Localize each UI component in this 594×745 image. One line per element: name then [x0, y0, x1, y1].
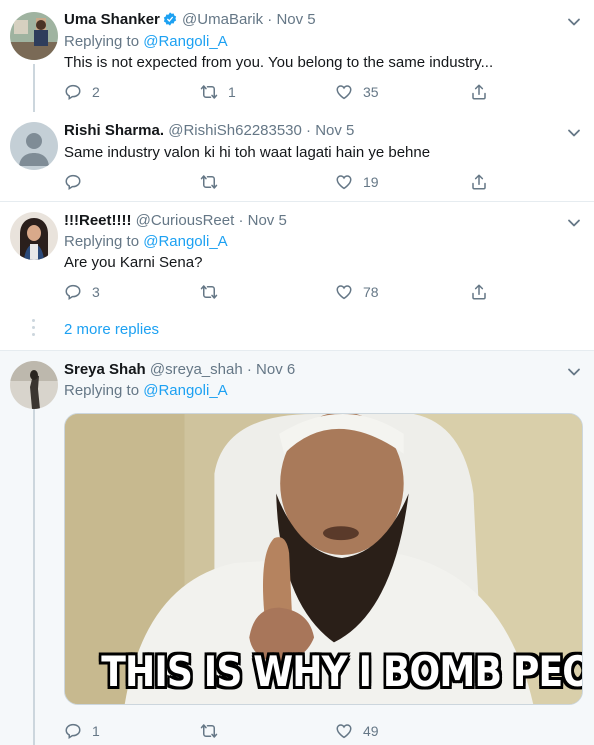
thread-line — [33, 409, 35, 745]
retweet-button[interactable] — [200, 282, 228, 302]
tweet-actions: 3 78 — [64, 282, 504, 302]
replying-to: Replying to @Rangoli_A — [64, 381, 228, 401]
tweet-actions: 2 1 35 — [64, 82, 504, 102]
tweet-header: Uma Shanker @UmaBarik · Nov 5 — [64, 10, 554, 30]
user-handle[interactable]: @UmaBarik — [182, 11, 263, 28]
avatar[interactable] — [10, 361, 58, 409]
like-button[interactable]: 35 — [335, 82, 379, 102]
thread-dots — [32, 319, 35, 340]
retweet-button[interactable] — [200, 172, 228, 192]
user-handle[interactable]: @CuriousReet — [136, 212, 235, 229]
like-button[interactable]: 78 — [335, 282, 379, 302]
separator: · — [238, 212, 244, 229]
tweet-header: Rishi Sharma. @RishiSh62283530 · Nov 5 — [64, 121, 554, 141]
tweet-date[interactable]: Nov 5 — [248, 212, 287, 229]
replying-to: Replying to @Rangoli_A — [64, 232, 228, 252]
like-icon — [335, 283, 353, 301]
tweet-actions: 19 — [64, 172, 504, 192]
reply-button[interactable]: 2 — [64, 82, 100, 102]
tweet-actions: 1 49 — [64, 721, 504, 741]
retweet-icon — [200, 83, 218, 101]
display-name[interactable]: Sreya Shah — [64, 361, 146, 378]
tweet-text: This is not expected from you. You belon… — [64, 54, 494, 71]
avatar-image — [10, 361, 58, 409]
like-icon — [335, 83, 353, 101]
share-button[interactable] — [470, 82, 488, 102]
like-count: 78 — [363, 284, 379, 300]
meme-caption: THIS IS WHY I BOMB PEOPLE — [101, 647, 582, 696]
tweet-text: Are you Karni Sena? — [64, 254, 203, 271]
share-icon — [470, 83, 488, 101]
display-name[interactable]: !!!Reet!!!! — [64, 212, 131, 229]
retweet-button[interactable] — [200, 721, 228, 741]
tweet-text: Same industry valon ki hi toh waat lagat… — [64, 144, 431, 161]
tweet-header: !!!Reet!!!! @CuriousReet · Nov 5 — [64, 211, 554, 231]
reply-icon — [64, 83, 82, 101]
display-name[interactable]: Uma Shanker — [64, 11, 160, 28]
separator: · — [267, 11, 273, 28]
avatar[interactable] — [10, 212, 58, 260]
thread-line — [33, 64, 35, 112]
separator: · — [246, 361, 252, 378]
display-name[interactable]: Rishi Sharma. — [64, 122, 164, 139]
reply-count: 3 — [92, 284, 100, 300]
tweet-header: Sreya Shah @sreya_shah · Nov 6 — [64, 360, 554, 380]
user-handle[interactable]: @RishiSh62283530 — [168, 122, 302, 139]
tweet-uma-shanker[interactable]: Uma Shanker @UmaBarik · Nov 5 Replying t… — [0, 0, 594, 112]
chevron-down-icon[interactable] — [566, 14, 582, 30]
tweet-date[interactable]: Nov 5 — [276, 11, 315, 28]
default-avatar-icon — [10, 122, 58, 170]
like-count: 35 — [363, 84, 379, 100]
retweet-button[interactable]: 1 — [200, 82, 236, 102]
share-button[interactable] — [470, 282, 488, 302]
retweet-count: 1 — [228, 84, 236, 100]
share-icon — [470, 283, 488, 301]
reply-icon — [64, 283, 82, 301]
tweet-media-image[interactable]: THIS IS WHY I BOMB PEOPLE — [64, 413, 583, 705]
retweet-icon — [200, 283, 218, 301]
like-button[interactable]: 49 — [335, 721, 379, 741]
mention-link[interactable]: @Rangoli_A — [143, 233, 227, 250]
replying-label: Replying to — [64, 382, 140, 399]
like-icon — [335, 722, 353, 740]
like-count: 49 — [363, 723, 379, 739]
avatar[interactable] — [10, 12, 58, 60]
replying-label: Replying to — [64, 233, 140, 250]
avatar[interactable] — [10, 122, 58, 170]
verified-badge-icon — [162, 11, 178, 30]
separator: · — [306, 122, 312, 139]
chevron-down-icon[interactable] — [566, 364, 582, 380]
reply-count: 2 — [92, 84, 100, 100]
reply-count: 1 — [92, 723, 100, 739]
mention-link[interactable]: @Rangoli_A — [143, 382, 227, 399]
reply-button[interactable] — [64, 172, 92, 192]
reply-icon — [64, 173, 82, 191]
chevron-down-icon[interactable] — [566, 125, 582, 141]
share-button[interactable] — [470, 172, 488, 192]
mention-link[interactable]: @Rangoli_A — [143, 33, 227, 50]
user-handle[interactable]: @sreya_shah — [150, 361, 243, 378]
avatar-image — [10, 212, 58, 260]
replying-label: Replying to — [64, 33, 140, 50]
more-replies-link[interactable]: 2 more replies — [64, 320, 159, 340]
like-icon — [335, 173, 353, 191]
tweet-rishi-sharma[interactable]: Rishi Sharma. @RishiSh62283530 · Nov 5 S… — [0, 112, 594, 202]
replying-to: Replying to @Rangoli_A — [64, 32, 228, 52]
tweet-date[interactable]: Nov 6 — [256, 361, 295, 378]
reply-button[interactable]: 1 — [64, 721, 100, 741]
reply-icon — [64, 722, 82, 740]
avatar-image — [10, 12, 58, 60]
tweet-date[interactable]: Nov 5 — [315, 122, 354, 139]
like-count: 19 — [363, 174, 379, 190]
reply-button[interactable]: 3 — [64, 282, 100, 302]
retweet-icon — [200, 173, 218, 191]
chevron-down-icon[interactable] — [566, 215, 582, 231]
share-icon — [470, 173, 488, 191]
retweet-icon — [200, 722, 218, 740]
like-button[interactable]: 19 — [335, 172, 379, 192]
tweet-reet[interactable]: !!!Reet!!!! @CuriousReet · Nov 5 Replyin… — [0, 202, 594, 350]
